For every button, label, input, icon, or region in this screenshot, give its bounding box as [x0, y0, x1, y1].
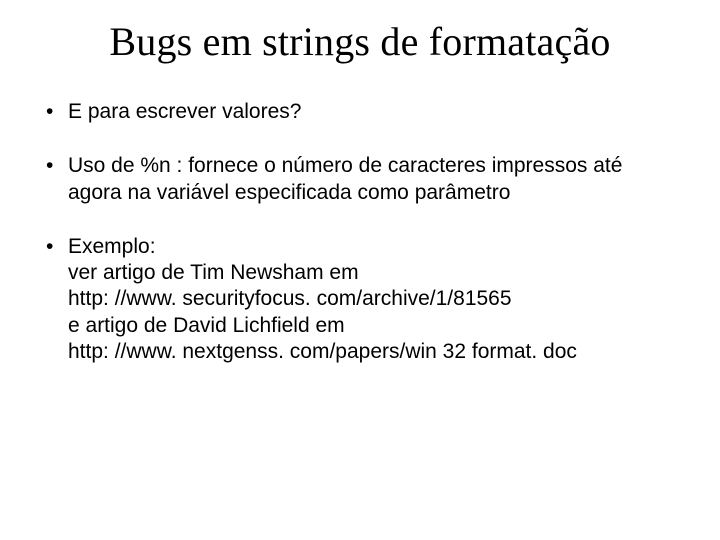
bullet-line: ver artigo de Tim Newsham em — [68, 260, 680, 286]
bullet-item: Exemplo: ver artigo de Tim Newsham em ht… — [40, 234, 680, 365]
bullet-multiline: Exemplo: ver artigo de Tim Newsham em ht… — [68, 234, 680, 365]
bullet-line: http: //www. nextgenss. com/papers/win 3… — [68, 339, 680, 365]
slide: Bugs em strings de formatação E para esc… — [0, 0, 720, 540]
bullet-item: Uso de %n : fornece o número de caracter… — [40, 153, 680, 206]
bullet-list: E para escrever valores? Uso de %n : for… — [40, 99, 680, 365]
bullet-text: Uso de %n : fornece o número de caracter… — [68, 154, 622, 203]
bullet-line: e artigo de David Lichfield em — [68, 313, 680, 339]
bullet-text: E para escrever valores? — [68, 100, 301, 123]
bullet-item: E para escrever valores? — [40, 99, 680, 125]
bullet-line: http: //www. securityfocus. com/archive/… — [68, 286, 680, 312]
bullet-line: Exemplo: — [68, 234, 680, 260]
slide-title: Bugs em strings de formatação — [40, 18, 680, 65]
